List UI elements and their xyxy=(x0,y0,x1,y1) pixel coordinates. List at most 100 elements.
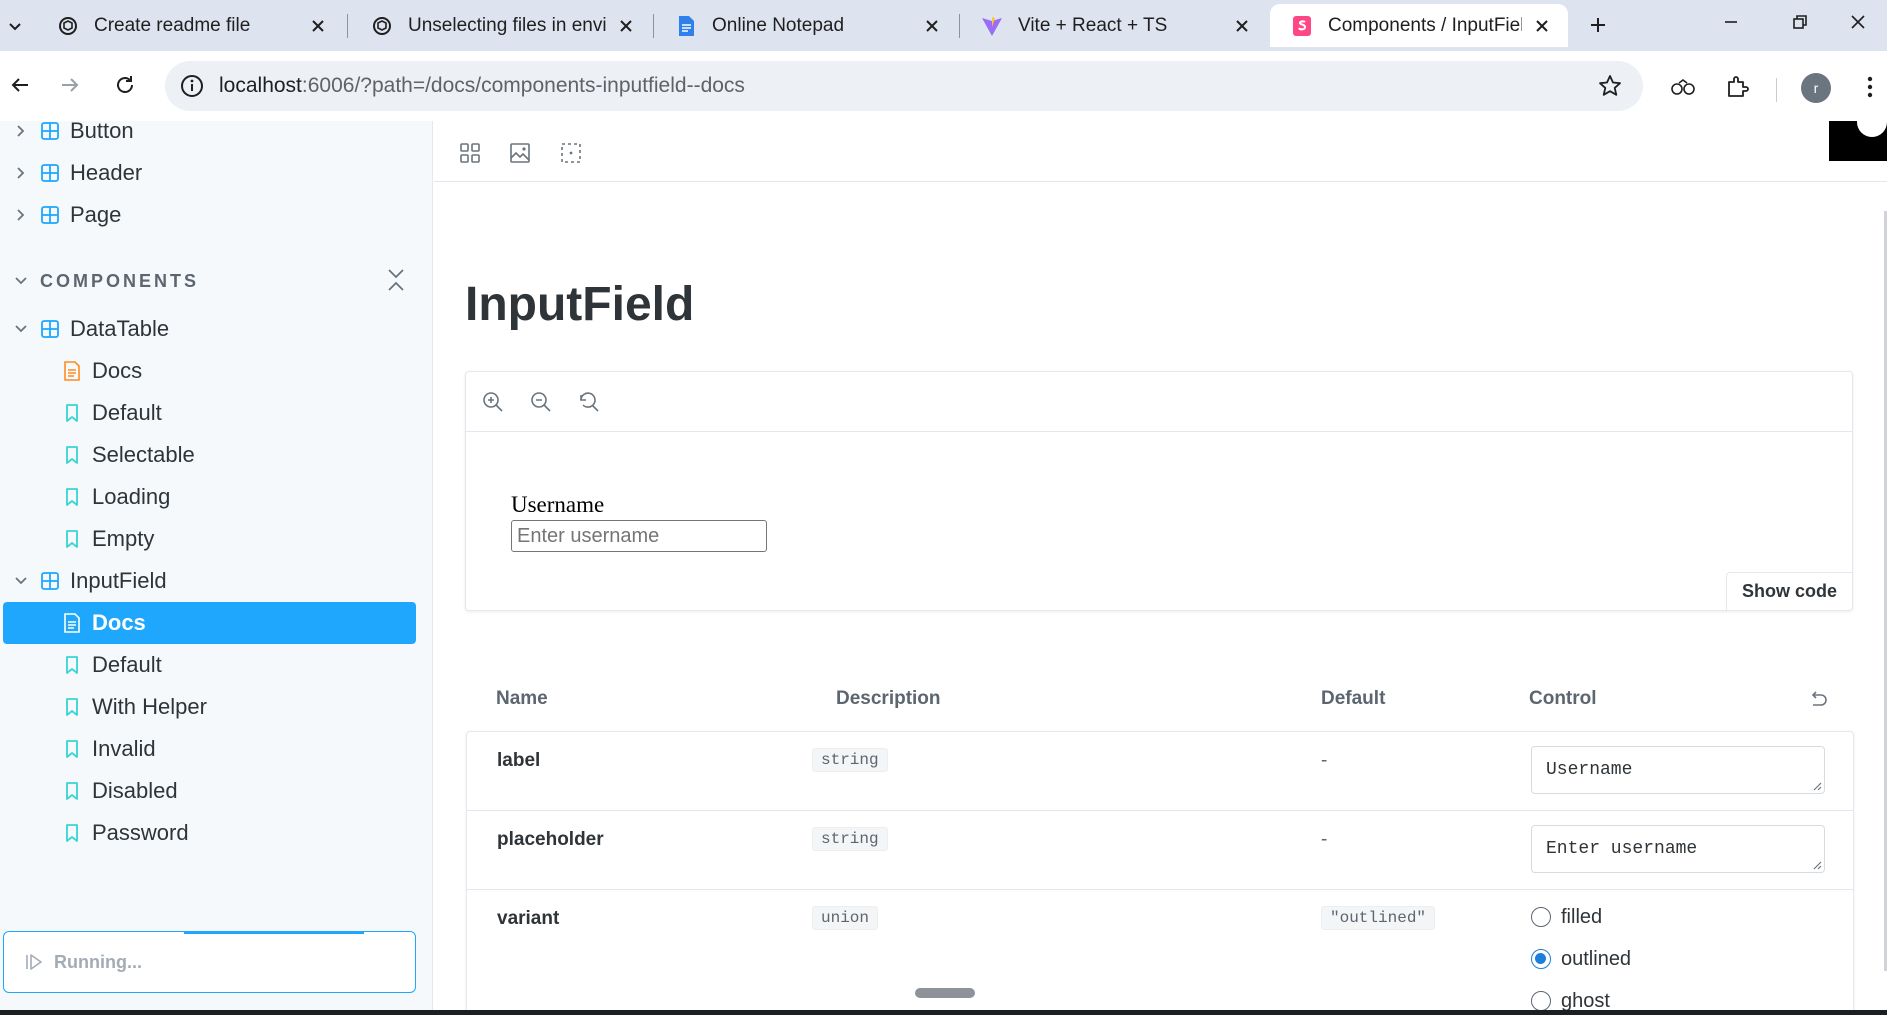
story-bookmark-icon xyxy=(66,740,78,758)
arg-type-badge: string xyxy=(812,827,888,851)
story-username-label: Username xyxy=(511,492,605,517)
site-info-icon[interactable] xyxy=(179,73,205,99)
sidebar-item-datatable-empty[interactable]: Empty xyxy=(62,520,154,558)
sidebar-item-inputfield-invalid[interactable]: Invalid xyxy=(62,730,156,768)
sidebar-item-datatable-default[interactable]: Default xyxy=(62,394,162,432)
tab-search-chevron-icon[interactable] xyxy=(0,8,30,44)
url-text: localhost:6006/?path=/docs/components-in… xyxy=(219,74,745,98)
floating-action-dot xyxy=(1857,121,1887,137)
browser-tab-3[interactable]: Online Notepad xyxy=(654,4,958,47)
zoom-in-icon[interactable] xyxy=(481,390,505,414)
reload-icon[interactable] xyxy=(105,65,145,105)
grid-icon[interactable] xyxy=(458,141,482,165)
close-tab-icon[interactable] xyxy=(1228,12,1256,40)
variant-radio-filled[interactable]: filled xyxy=(1531,902,1602,932)
url-path: :6006/?path=/docs/components-inputfield-… xyxy=(301,74,745,97)
arg-name: label xyxy=(497,750,541,771)
sidebar-item-button[interactable]: Button xyxy=(12,121,134,150)
sidebar-item-header[interactable]: Header xyxy=(12,154,142,192)
label-control-textarea[interactable]: Username xyxy=(1531,746,1825,794)
extensions-puzzle-icon[interactable] xyxy=(1724,73,1752,101)
arg-name: variant xyxy=(497,908,560,929)
resize-grip-icon[interactable] xyxy=(1810,858,1822,870)
toolbar-divider xyxy=(1776,78,1777,102)
resize-grip-icon[interactable] xyxy=(1810,779,1822,791)
profile-avatar[interactable]: r xyxy=(1801,73,1831,103)
horizontal-scroll-handle[interactable] xyxy=(915,988,975,998)
sidebar-item-datatable-docs[interactable]: Docs xyxy=(62,352,142,390)
variant-radio-outlined[interactable]: outlined xyxy=(1531,944,1631,974)
sidebar-item-label: Page xyxy=(70,202,122,227)
running-status: Running... xyxy=(3,931,416,993)
browser-tab-2[interactable]: Unselecting files in environment xyxy=(350,4,652,47)
forward-arrow-icon[interactable] xyxy=(50,65,90,105)
close-window-icon[interactable] xyxy=(1829,0,1887,44)
component-icon xyxy=(41,206,59,224)
collapse-all-icon[interactable] xyxy=(384,265,408,295)
browser-menu-kebab-icon[interactable] xyxy=(1856,73,1884,101)
floating-action-corner[interactable] xyxy=(1829,121,1887,161)
close-tab-icon[interactable] xyxy=(918,12,946,40)
close-tab-icon[interactable] xyxy=(612,12,640,40)
chevron-right-icon xyxy=(17,167,25,179)
sidebar-item-page[interactable]: Page xyxy=(12,196,121,234)
taskbar-edge xyxy=(0,1010,1887,1015)
chevron-right-icon xyxy=(17,209,25,221)
vite-icon xyxy=(980,14,1004,38)
close-tab-icon[interactable] xyxy=(304,12,332,40)
component-icon xyxy=(41,320,59,338)
sidebar-item-inputfield-docs[interactable]: Docs xyxy=(3,602,416,644)
tab-title: Components / InputField xyxy=(1328,14,1522,36)
story-username-input[interactable] xyxy=(511,520,767,552)
reset-controls-icon[interactable] xyxy=(1807,690,1829,712)
tab-title: Vite + React + TS xyxy=(1018,14,1168,36)
component-icon xyxy=(41,122,59,140)
radio-circle xyxy=(1531,949,1551,969)
browser-tab-4[interactable]: Vite + React + TS xyxy=(960,4,1268,47)
control-value: Enter username xyxy=(1546,839,1698,859)
zoom-out-icon[interactable] xyxy=(529,390,553,414)
sidebar-item-label: Loading xyxy=(92,484,171,509)
sidebar-item-label: Invalid xyxy=(92,736,156,761)
close-tab-icon[interactable] xyxy=(1528,12,1556,40)
placeholder-control-textarea[interactable]: Enter username xyxy=(1531,825,1825,873)
story-bookmark-icon xyxy=(66,530,78,548)
radio-circle xyxy=(1531,991,1551,1011)
radio-circle xyxy=(1531,907,1551,927)
minimize-window-icon[interactable] xyxy=(1702,0,1760,44)
sidebar-item-datatable[interactable]: DataTable xyxy=(12,310,169,348)
tab-title: Unselecting files in environment xyxy=(408,14,606,36)
browser-tab-active[interactable]: Components / InputField xyxy=(1270,4,1568,47)
sidebar-item-inputfield-with-helper[interactable]: With Helper xyxy=(62,688,207,726)
new-tab-plus-icon[interactable] xyxy=(1581,8,1615,42)
sidebar-item-inputfield-password[interactable]: Password xyxy=(62,814,189,852)
restore-window-icon[interactable] xyxy=(1771,0,1829,44)
sidebar-section-components[interactable]: COMPONENTS xyxy=(12,267,412,295)
sidebar-item-inputfield-default[interactable]: Default xyxy=(62,646,162,684)
arg-default: - xyxy=(1321,750,1328,771)
sidebar-item-inputfield-disabled[interactable]: Disabled xyxy=(62,772,178,810)
sidebar-item-label: Empty xyxy=(92,526,155,551)
sidebar-item-inputfield[interactable]: InputField xyxy=(12,562,167,600)
component-icon xyxy=(41,164,59,182)
background-image-icon[interactable] xyxy=(508,141,532,165)
chatgpt-icon xyxy=(56,14,80,38)
story-bookmark-icon xyxy=(66,824,78,842)
chevron-down-icon xyxy=(15,325,27,333)
outline-measure-icon[interactable] xyxy=(559,141,583,165)
zoom-reset-icon[interactable] xyxy=(577,390,601,414)
sidebar-item-datatable-selectable[interactable]: Selectable xyxy=(62,436,195,474)
arg-type-badge: union xyxy=(812,906,879,930)
performance-icon[interactable] xyxy=(1669,73,1697,101)
bookmark-star-icon[interactable] xyxy=(1597,73,1623,99)
docs-icon xyxy=(64,613,80,633)
sidebar-item-label: Password xyxy=(92,820,189,845)
story-bookmark-icon xyxy=(66,488,78,506)
arg-default: "outlined" xyxy=(1321,906,1436,930)
show-code-button[interactable]: Show code xyxy=(1725,572,1852,610)
back-arrow-icon[interactable] xyxy=(0,65,40,105)
address-bar[interactable]: localhost:6006/?path=/docs/components-in… xyxy=(165,61,1643,111)
browser-tab-1[interactable]: Create readme file xyxy=(36,4,344,47)
component-icon xyxy=(41,572,59,590)
sidebar-item-datatable-loading[interactable]: Loading xyxy=(62,478,170,516)
